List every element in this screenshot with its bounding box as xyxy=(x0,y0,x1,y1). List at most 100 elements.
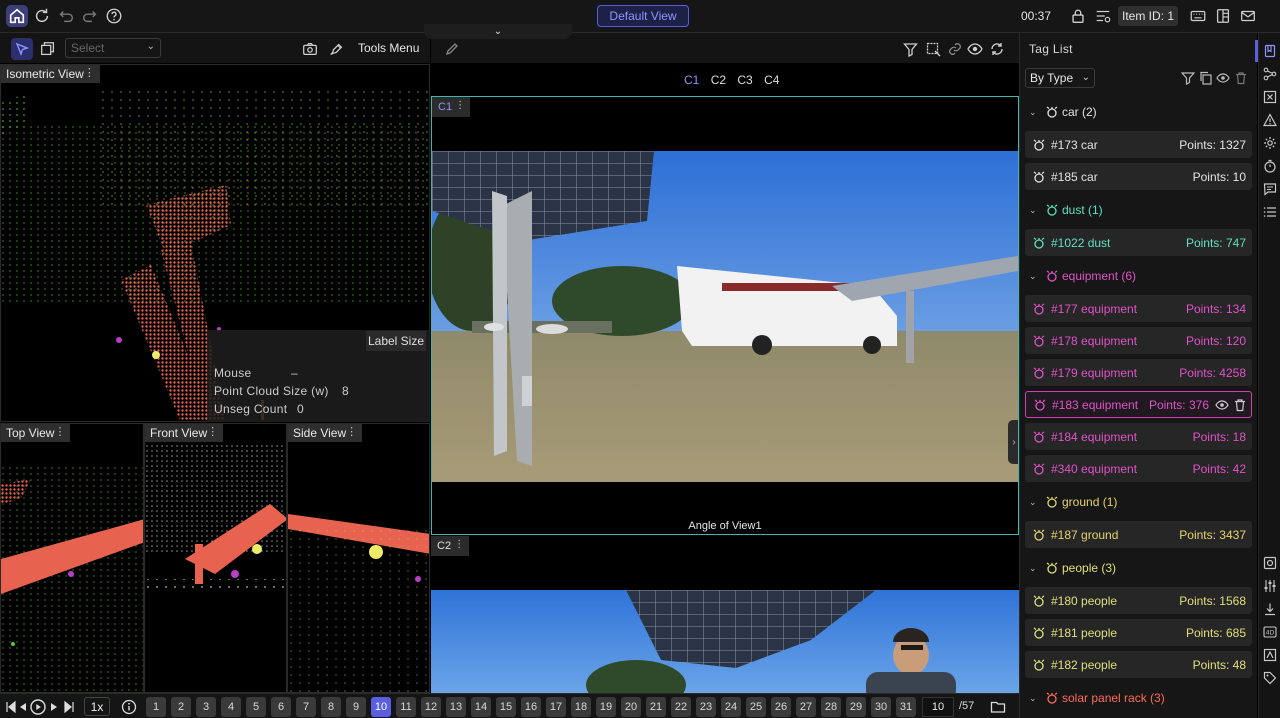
camera-icon[interactable] xyxy=(300,39,320,59)
home-icon[interactable] xyxy=(6,5,28,27)
tag-group-ground[interactable]: ⌄ ground (1) xyxy=(1020,492,1257,512)
folder-icon[interactable] xyxy=(990,699,1006,715)
more-vertical-icon[interactable]: ⋮ xyxy=(207,425,218,438)
frame-button-23[interactable]: 23 xyxy=(696,697,716,717)
warning-icon[interactable] xyxy=(1263,113,1277,127)
more-vertical-icon[interactable]: ⋮ xyxy=(84,66,95,79)
top-view[interactable]: Top View ⋮ xyxy=(0,423,144,693)
copy-icon[interactable] xyxy=(1199,71,1213,85)
tag-group-equipment[interactable]: ⌄ equipment (6) xyxy=(1020,266,1257,286)
frame-button-14[interactable]: 14 xyxy=(471,697,491,717)
front-view[interactable]: Front View ⋮ xyxy=(144,423,287,693)
frame-button-4[interactable]: 4 xyxy=(221,697,241,717)
brush-icon[interactable] xyxy=(326,39,346,59)
frame-button-15[interactable]: 15 xyxy=(496,697,516,717)
tag-group-solar[interactable]: ⌄ solar panel rack (3) xyxy=(1020,688,1257,708)
group-by-select[interactable]: By Type ⌄ xyxy=(1025,68,1095,88)
camera-view-c2[interactable]: C2 ⋮ xyxy=(431,536,1019,696)
frame-button-3[interactable]: 3 xyxy=(196,697,216,717)
frame-button-5[interactable]: 5 xyxy=(246,697,266,717)
frame-button-8[interactable]: 8 xyxy=(321,697,341,717)
frame-button-26[interactable]: 26 xyxy=(771,697,791,717)
eye-icon[interactable] xyxy=(1215,398,1229,412)
filter-icon[interactable] xyxy=(1181,71,1195,85)
collapse-toggle[interactable]: ⌄ xyxy=(424,24,572,39)
trash-icon[interactable] xyxy=(1234,71,1248,85)
frame-button-25[interactable]: 25 xyxy=(746,697,766,717)
tag-item[interactable]: #173 car Points: 1327 xyxy=(1025,131,1252,158)
camera-view-c1[interactable]: C1 ⋮ Angle of View1 › xyxy=(431,96,1019,535)
frame-button-20[interactable]: 20 xyxy=(621,697,641,717)
frame-button-6[interactable]: 6 xyxy=(271,697,291,717)
filter-icon[interactable] xyxy=(901,40,919,58)
frame-select-icon[interactable] xyxy=(924,40,942,58)
tag-group-car[interactable]: ⌄ car (2) xyxy=(1020,102,1257,122)
tools-menu-button[interactable]: Tools Menu xyxy=(358,41,419,55)
tag-item[interactable]: #340 equipment Points: 42 xyxy=(1025,455,1252,482)
connection-icon[interactable] xyxy=(1263,67,1277,81)
default-view-button[interactable]: Default View xyxy=(597,5,689,27)
cursor-select-icon[interactable] xyxy=(11,38,33,60)
tag-list-icon[interactable] xyxy=(1263,44,1277,58)
skip-end-icon[interactable] xyxy=(61,699,77,715)
tag-group-people[interactable]: ⌄ people (3) xyxy=(1020,558,1257,578)
tag-item[interactable]: #179 equipment Points: 4258 xyxy=(1025,359,1252,386)
settings-icon[interactable] xyxy=(1263,136,1277,150)
tag-item[interactable]: #1022 dust Points: 747 xyxy=(1025,229,1252,256)
box-select-icon[interactable] xyxy=(1263,648,1277,662)
frame-button-28[interactable]: 28 xyxy=(821,697,841,717)
frame-button-2[interactable]: 2 xyxy=(171,697,191,717)
tab-c1[interactable]: C1 xyxy=(684,73,699,87)
sliders-icon[interactable] xyxy=(1263,579,1277,593)
mail-icon[interactable] xyxy=(1238,6,1258,26)
redo-icon[interactable] xyxy=(80,6,100,26)
frame-button-31[interactable]: 31 xyxy=(896,697,916,717)
frame-button-30[interactable]: 30 xyxy=(871,697,891,717)
timer-icon[interactable] xyxy=(1263,159,1277,173)
more-vertical-icon[interactable]: ⋮ xyxy=(455,100,465,111)
prev-frame-icon[interactable] xyxy=(15,699,31,715)
more-vertical-icon[interactable]: ⋮ xyxy=(346,425,357,438)
frame-number-input[interactable]: 10 xyxy=(922,697,954,717)
frame-button-27[interactable]: 27 xyxy=(796,697,816,717)
sync-icon[interactable] xyxy=(988,40,1006,58)
tag-item[interactable]: #180 people Points: 1568 xyxy=(1025,587,1252,614)
filter-list-icon[interactable] xyxy=(1093,6,1113,26)
refresh-icon[interactable] xyxy=(32,6,52,26)
tag-item[interactable]: #177 equipment Points: 134 xyxy=(1025,295,1252,322)
link-icon[interactable] xyxy=(946,40,964,58)
frame-button-10[interactable]: 10 xyxy=(371,697,391,717)
layers-icon[interactable] xyxy=(38,39,58,59)
frame-button-9[interactable]: 9 xyxy=(346,697,366,717)
tab-c3[interactable]: C3 xyxy=(737,73,752,87)
keyboard-icon[interactable] xyxy=(1188,6,1208,26)
tag-item[interactable]: #182 people Points: 48 xyxy=(1025,651,1252,678)
pencil-icon[interactable] xyxy=(443,40,461,58)
undo-icon[interactable] xyxy=(56,6,76,26)
frame-button-13[interactable]: 13 xyxy=(446,697,466,717)
tag-item[interactable]: #187 ground Points: 3437 xyxy=(1025,521,1252,548)
tag-item[interactable]: #181 people Points: 685 xyxy=(1025,619,1252,646)
frame-button-1[interactable]: 1 xyxy=(146,697,166,717)
frame-button-17[interactable]: 17 xyxy=(546,697,566,717)
tag-item[interactable]: #183 equipment Points: 376 xyxy=(1025,391,1252,418)
help-icon[interactable] xyxy=(104,6,124,26)
frame-button-18[interactable]: 18 xyxy=(571,697,591,717)
frame-button-21[interactable]: 21 xyxy=(646,697,666,717)
list-icon[interactable] xyxy=(1263,205,1277,219)
screenshot-icon[interactable] xyxy=(1263,556,1277,570)
comment-icon[interactable] xyxy=(1263,182,1277,196)
frame-button-24[interactable]: 24 xyxy=(721,697,741,717)
download-icon[interactable] xyxy=(1263,602,1277,616)
side-view[interactable]: Side View ⋮ xyxy=(287,423,430,693)
lock-icon[interactable] xyxy=(1068,6,1088,26)
four-d-icon[interactable]: 4D xyxy=(1263,625,1277,639)
frame-button-16[interactable]: 16 xyxy=(521,697,541,717)
close-box-icon[interactable] xyxy=(1263,90,1277,104)
collapse-right-handle[interactable]: › xyxy=(1008,420,1018,464)
frame-button-12[interactable]: 12 xyxy=(421,697,441,717)
next-frame-icon[interactable] xyxy=(46,699,62,715)
more-vertical-icon[interactable]: ⋮ xyxy=(54,425,65,438)
frame-button-19[interactable]: 19 xyxy=(596,697,616,717)
frame-button-11[interactable]: 11 xyxy=(396,697,416,717)
